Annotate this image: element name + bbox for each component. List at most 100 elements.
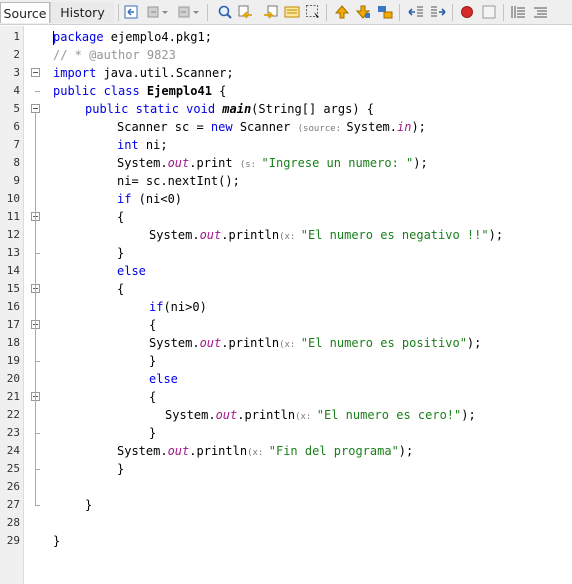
line-number: 24 xyxy=(6,444,20,457)
toggle-bookmark-icon[interactable] xyxy=(377,4,393,20)
back-icon[interactable] xyxy=(145,4,161,20)
code-token: out xyxy=(199,228,222,242)
toolbar-separator xyxy=(399,4,400,21)
code-token: System. xyxy=(346,120,397,134)
code-line[interactable]: System.out.println(x: "El numero es cero… xyxy=(165,406,476,424)
line-number: 17 xyxy=(6,318,20,331)
code-token: Scanner xyxy=(232,120,298,134)
parameter-hint: (x: xyxy=(247,448,269,458)
code-token: public class xyxy=(53,84,140,98)
code-line[interactable]: else xyxy=(117,262,146,280)
last-edit-icon[interactable] xyxy=(123,4,139,20)
fold-guide xyxy=(35,293,36,469)
code-line[interactable]: System.out.println(x: "El numero es posi… xyxy=(149,334,481,352)
line-number: 6 xyxy=(13,120,20,133)
line-number: 19 xyxy=(6,354,20,367)
toolbar-separator xyxy=(207,4,208,21)
previous-bookmark-icon[interactable] xyxy=(334,4,350,20)
code-token: System. xyxy=(117,444,168,458)
code-token: } xyxy=(117,246,125,260)
code-token: } xyxy=(53,534,61,548)
code-token: in xyxy=(397,120,412,134)
code-token: } xyxy=(149,354,157,368)
code-line[interactable]: else xyxy=(149,370,178,388)
code-line[interactable]: public static void main(String[] args) { xyxy=(85,100,374,118)
code-token: public static void xyxy=(85,102,216,116)
code-line[interactable]: System.out.println(x: "Fin del programa"… xyxy=(117,442,413,460)
back-dropdown-icon[interactable] xyxy=(161,4,169,20)
code-line[interactable]: if(ni>0) xyxy=(149,298,207,316)
code-token: { xyxy=(149,390,157,404)
line-number: 16 xyxy=(6,300,20,313)
code-token: .println xyxy=(221,336,280,350)
code-token: (ni>0) xyxy=(163,300,207,314)
code-token: ejemplo4.pkg1; xyxy=(103,30,212,44)
code-line[interactable]: } xyxy=(149,352,156,370)
string-token: "Ingrese un numero: " xyxy=(261,156,414,170)
fold-toggle-icon[interactable] xyxy=(31,104,40,113)
code-token: .println xyxy=(221,228,280,242)
line-number: 11 xyxy=(6,210,20,223)
tab-history[interactable]: History xyxy=(50,2,114,23)
select-icon[interactable] xyxy=(305,4,321,20)
toggle-highlight-icon[interactable] xyxy=(284,4,300,20)
code-token: new xyxy=(210,120,233,134)
fold-guide xyxy=(35,91,36,92)
code-line[interactable]: { xyxy=(149,388,156,406)
code-line[interactable]: { xyxy=(149,316,156,334)
code-token: .print xyxy=(189,156,240,170)
record-macro-icon[interactable] xyxy=(459,4,475,20)
code-token: .println xyxy=(237,408,296,422)
code-line[interactable]: } xyxy=(149,424,156,442)
code-line[interactable]: } xyxy=(117,244,124,262)
stop-macro-icon[interactable] xyxy=(481,4,497,20)
forward-icon[interactable] xyxy=(176,4,192,20)
next-bookmark-icon[interactable] xyxy=(355,4,371,20)
find-next-icon[interactable] xyxy=(262,4,278,20)
code-line[interactable]: ni= sc.nextInt(); xyxy=(117,172,240,190)
code-token: .println xyxy=(189,444,248,458)
code-token: ); xyxy=(398,444,414,458)
line-number: 10 xyxy=(6,192,20,205)
line-number: 9 xyxy=(13,174,20,187)
line-number: 2 xyxy=(13,48,20,61)
line-number: 28 xyxy=(6,516,20,529)
code-token: out xyxy=(199,336,222,350)
line-number: 21 xyxy=(6,390,20,403)
code-line[interactable]: System.out.println(x: "El numero es nega… xyxy=(149,226,503,244)
shift-left-icon[interactable] xyxy=(408,4,424,20)
code-line[interactable]: package ejemplo4.pkg1; xyxy=(53,28,212,46)
shift-right-icon[interactable] xyxy=(430,4,446,20)
code-line[interactable]: { xyxy=(117,208,124,226)
code-line[interactable]: public class Ejemplo41 { xyxy=(53,82,226,100)
code-line[interactable]: { xyxy=(117,280,124,298)
fold-end-marker xyxy=(35,361,40,362)
code-line[interactable]: import java.util.Scanner; xyxy=(53,64,234,82)
code-editor[interactable]: 1 2 3 4 5 6 7 8 9 10 11 12 13 14 15 16 17 18 19 20 21 22 23 24 2… xyxy=(0,26,572,584)
forward-dropdown-icon[interactable] xyxy=(192,4,200,20)
code-token: java.util.Scanner; xyxy=(96,66,234,80)
code-line[interactable]: Scanner sc = new Scanner (source: System… xyxy=(117,118,426,136)
code-token: Scanner sc = xyxy=(117,120,211,134)
line-number: 25 xyxy=(6,462,20,475)
code-line[interactable]: System.out.print (s: "Ingrese un numero:… xyxy=(117,154,428,172)
code-token: ni= sc.nextInt(); xyxy=(117,174,240,188)
code-token: ); xyxy=(466,336,482,350)
comment-icon[interactable] xyxy=(510,4,526,20)
find-previous-icon[interactable] xyxy=(238,4,254,20)
parameter-hint: (x: xyxy=(279,232,301,242)
line-number: 7 xyxy=(13,138,20,151)
code-token: System. xyxy=(117,156,168,170)
code-line[interactable]: if (ni<0) xyxy=(117,190,182,208)
find-icon[interactable] xyxy=(217,4,233,20)
code-line[interactable]: // * @author 9823 xyxy=(53,46,176,64)
string-token: "El numero es positivo" xyxy=(300,336,467,350)
code-line[interactable]: } xyxy=(85,496,92,514)
code-line[interactable]: int ni; xyxy=(117,136,168,154)
fold-toggle-icon[interactable] xyxy=(31,68,40,77)
code-token: main xyxy=(215,102,252,116)
tab-source[interactable]: Source xyxy=(0,2,50,23)
code-line[interactable]: } xyxy=(53,532,60,550)
uncomment-icon[interactable] xyxy=(532,4,548,20)
code-line[interactable]: } xyxy=(117,460,124,478)
